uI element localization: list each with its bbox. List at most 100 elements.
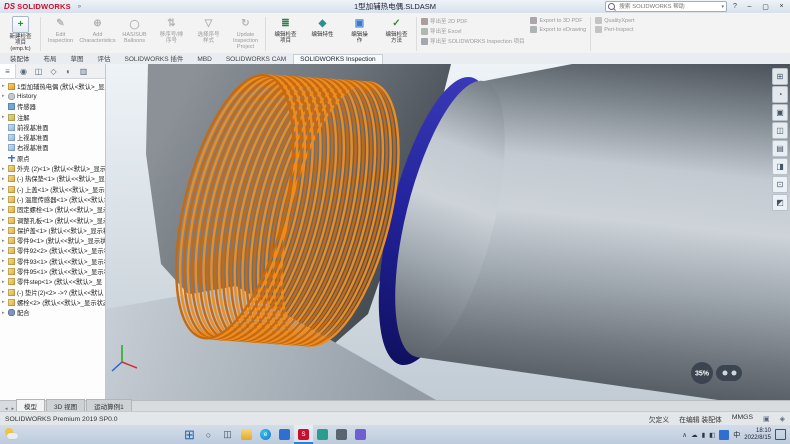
property-manager-tab[interactable]: ◉ bbox=[16, 64, 31, 78]
app-icon-purple[interactable] bbox=[351, 425, 370, 444]
ribbon-tab[interactable]: 草图 bbox=[64, 51, 91, 64]
tree-item[interactable]: ▸ (-) 温度传感器<1> (默认<<默认> bbox=[0, 194, 105, 204]
tree-item[interactable]: ▸ 零件93<1> (默认<<默认>_显示状 bbox=[0, 256, 105, 266]
viewport-tool-1[interactable]: ⊞ bbox=[772, 68, 788, 85]
ribbon-button[interactable]: 移序号/排 序号 bbox=[153, 14, 190, 54]
ribbon-tab[interactable]: SOLIDWORKS Inspection bbox=[293, 54, 383, 64]
tree-item[interactable]: ▸ 配合 bbox=[0, 308, 105, 318]
export-button-icon bbox=[530, 17, 537, 24]
ribbon-tab[interactable]: SOLIDWORKS 插件 bbox=[118, 51, 191, 64]
ribbon-export-button[interactable]: 导出至 2D PDF bbox=[421, 17, 524, 25]
graphics-viewport[interactable]: 35% ⊞ ◔ ▣ ◫ bbox=[106, 64, 790, 400]
maximize-button[interactable]: ▢ bbox=[759, 1, 772, 12]
ribbon-button[interactable]: HAS/SUB Balloons bbox=[116, 14, 153, 54]
tree-item[interactable]: ▸ 前视基准面 bbox=[0, 122, 105, 132]
minimize-button[interactable]: – bbox=[743, 1, 756, 12]
tree-item[interactable]: ▸ 调整孔板<1> (默认<<默认>_显示 bbox=[0, 215, 105, 225]
tree-item[interactable]: ▸ 螺栓<2> (默认<<默认>_显示状态 bbox=[0, 297, 105, 307]
export-button-label: Export to eDrawing bbox=[539, 27, 586, 33]
status-grid-icon[interactable]: ▣ bbox=[763, 415, 770, 423]
tree-item[interactable]: ▸ (-) 垫片(2)<2> ->? (默认<<默认 bbox=[0, 287, 105, 297]
ribbon-button[interactable]: 新建检查 项目 (emp.fc) bbox=[2, 14, 39, 54]
start-button[interactable]: ⊞ bbox=[180, 425, 199, 444]
viewport-tool-6[interactable]: ◨ bbox=[772, 158, 788, 175]
tree-item[interactable]: ▸ History bbox=[0, 91, 105, 101]
tree-item[interactable]: ▸ 零件step<1> (默认<<默认>_显 bbox=[0, 277, 105, 287]
viewport-tool-3[interactable]: ▣ bbox=[772, 104, 788, 121]
ribbon-tab[interactable]: 评估 bbox=[91, 51, 118, 64]
ribbon-tab[interactable]: SOLIDWORKS CAM bbox=[219, 54, 293, 64]
solidworks-taskbar-icon[interactable]: S bbox=[294, 425, 313, 444]
input-indicator-icon[interactable] bbox=[719, 430, 729, 440]
taskbar-clock[interactable]: 18:10 2022/8/15 bbox=[744, 428, 771, 441]
viewport-tool-4[interactable]: ◫ bbox=[772, 122, 788, 139]
ribbon-button[interactable]: 编辑检查 项目 bbox=[267, 14, 304, 54]
tree-item[interactable]: ▸ (-) 热保垫<1> (默认<<默认>_显示 bbox=[0, 174, 105, 184]
help-search-box[interactable]: ▾ bbox=[605, 1, 727, 12]
inspection-manager-tab[interactable]: ▥ bbox=[76, 64, 91, 78]
tree-item[interactable]: ▸ 右视基准面 bbox=[0, 143, 105, 153]
tree-item[interactable]: ▸ 1型加辅热电偶 (默认<默认>_显示状态-1) bbox=[0, 81, 105, 91]
ribbon-export-button[interactable]: 导出至 Excel bbox=[421, 27, 524, 35]
ribbon-button[interactable]: Edit Inspection bbox=[42, 14, 79, 54]
ribbon-tab[interactable]: MBD bbox=[190, 54, 218, 64]
tree-item[interactable]: ▸ 固定螺栓<1> (默认<<默认>_显示 bbox=[0, 205, 105, 215]
status-tag-icon[interactable]: ◈ bbox=[780, 415, 785, 423]
edge-icon[interactable]: e bbox=[256, 425, 275, 444]
app-icon-teal[interactable] bbox=[313, 425, 332, 444]
tree-item[interactable]: ▸ 保护盖<1> (默认<<默认>_显示状 bbox=[0, 225, 105, 235]
search-input[interactable] bbox=[617, 3, 719, 11]
tree-item[interactable]: ▸ 零件9<1> (默认<<默认>_显示状态 bbox=[0, 235, 105, 245]
configuration-manager-tab[interactable]: ◫ bbox=[31, 64, 46, 78]
ribbon-button[interactable]: 编辑检查 方法 bbox=[378, 14, 415, 54]
tree-item[interactable]: ▸ 外壳 (2)<1> (默认<<默认>_显示状 bbox=[0, 163, 105, 173]
tree-item[interactable]: ▸ 传感器 bbox=[0, 102, 105, 112]
task-view-button[interactable]: ◫ bbox=[218, 425, 237, 444]
help-button[interactable]: ? bbox=[730, 3, 740, 10]
tree-item[interactable]: ▸ 注解 bbox=[0, 112, 105, 122]
ribbon-button[interactable]: 编辑操 作 bbox=[341, 14, 378, 54]
notification-center-icon[interactable] bbox=[775, 429, 786, 440]
tree-item[interactable]: ▸ 零件92<2> (默认<<默认>_显示状 bbox=[0, 246, 105, 256]
ribbon-export-button[interactable]: Export to eDrawing bbox=[530, 26, 586, 33]
cloud-icon[interactable]: ☁ bbox=[691, 431, 698, 439]
viewport-tool-7[interactable]: ⊡ bbox=[772, 176, 788, 193]
ribbon-export-button[interactable]: Export to 3D PDF bbox=[530, 17, 586, 24]
ribbon-export-button[interactable]: 导出至 SOLIDWORKS Inspection 项目 bbox=[421, 37, 524, 45]
viewport-3d-scene[interactable]: 35% bbox=[106, 64, 790, 400]
viewport-tool-5[interactable]: ▤ bbox=[772, 140, 788, 157]
menu-expand-chevron-icon[interactable]: » bbox=[75, 4, 84, 10]
file-explorer-icon[interactable] bbox=[237, 425, 256, 444]
display-manager-tab[interactable]: ◐ bbox=[61, 64, 76, 78]
app-icon-glyph: S bbox=[301, 432, 305, 438]
tray-expand-icon[interactable]: ∧ bbox=[682, 431, 687, 439]
viewport-tool-2[interactable]: ◔ bbox=[772, 86, 788, 103]
tree-item[interactable]: ▸ 上视基准面 bbox=[0, 132, 105, 142]
ribbon-button[interactable]: Add Characteristics bbox=[79, 14, 116, 54]
ribbon-tab[interactable]: 装配体 bbox=[3, 51, 37, 64]
weather-icon[interactable] bbox=[3, 426, 20, 443]
search-button[interactable]: ○ bbox=[199, 425, 218, 444]
search-scope-chevron-icon[interactable]: ▾ bbox=[721, 4, 724, 10]
tree-item[interactable]: ▸ (-) 上盖<1> (默认<<默认>_显示状 bbox=[0, 184, 105, 194]
ribbon-tool-button[interactable]: QualityXpert bbox=[595, 17, 634, 24]
app-icon-blue[interactable] bbox=[275, 425, 294, 444]
ribbon-tab[interactable]: 布局 bbox=[37, 51, 64, 64]
viewport-tool-8[interactable]: ◩ bbox=[772, 194, 788, 211]
tree-item[interactable]: ▸ 原点 bbox=[0, 153, 105, 163]
dimxpert-manager-tab[interactable]: ◇ bbox=[46, 64, 61, 78]
feature-manager-tab[interactable]: ≡ bbox=[0, 64, 16, 78]
tree-item[interactable]: ▸ 零件95<1> (默认<<默认>_显示状 bbox=[0, 266, 105, 276]
battery-icon[interactable]: ▮ bbox=[702, 431, 706, 439]
app-icon-gray[interactable] bbox=[332, 425, 351, 444]
close-button[interactable]: × bbox=[775, 1, 788, 12]
tree-item-icon bbox=[8, 175, 15, 182]
ribbon-button[interactable]: 编辑特性 bbox=[304, 14, 341, 54]
ime-language-indicator[interactable]: 中 bbox=[733, 430, 740, 440]
tree-item-icon bbox=[8, 103, 15, 110]
network-icon[interactable]: ◧ bbox=[709, 431, 715, 439]
ribbon-button[interactable]: 选择序号 样式 bbox=[190, 14, 227, 54]
ribbon-tool-button[interactable]: Peri-Inspect bbox=[595, 26, 634, 33]
ribbon-button[interactable]: Update Inspection Project bbox=[227, 14, 264, 54]
ribbon-group-edit: 编辑检查 项目 编辑特性 编辑操 作 编辑检查 方法 bbox=[267, 14, 415, 54]
